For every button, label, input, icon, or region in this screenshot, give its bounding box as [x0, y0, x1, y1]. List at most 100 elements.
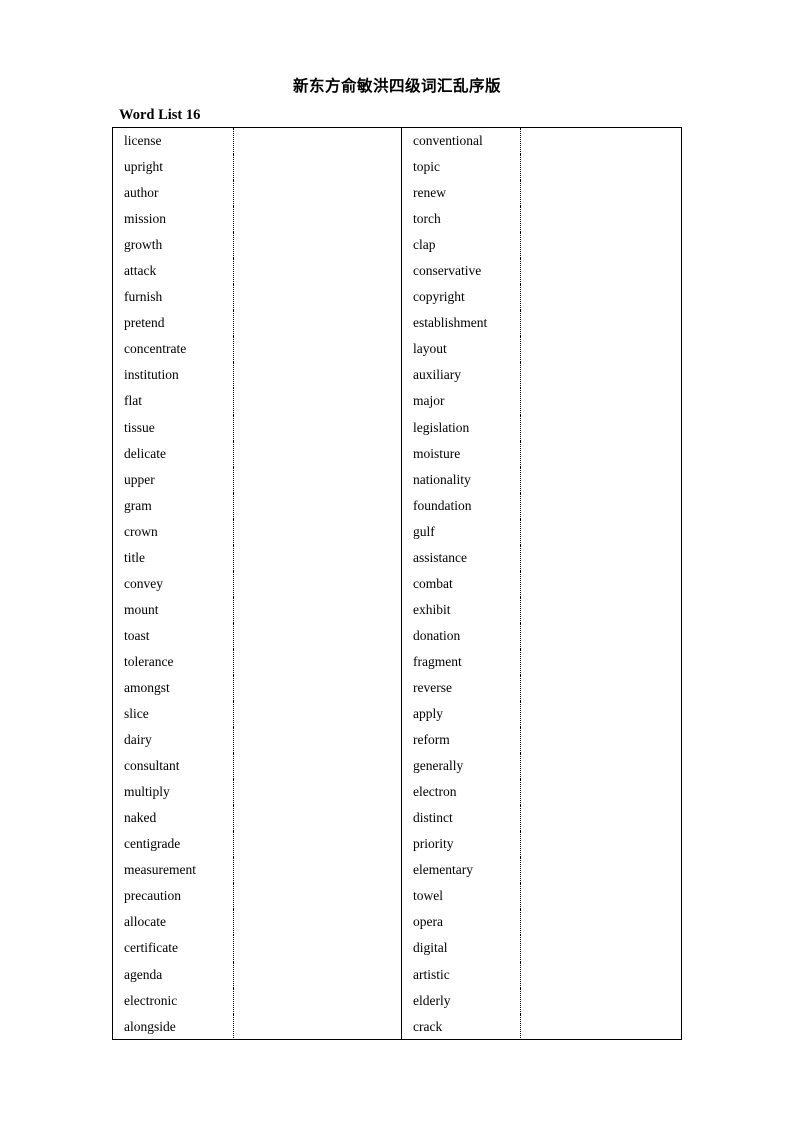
blank-cell-left[interactable]: [233, 206, 402, 233]
blank-cell-right[interactable]: [520, 362, 684, 389]
blank-cell-left[interactable]: [233, 492, 402, 519]
blank-cell-left[interactable]: [233, 805, 402, 832]
word-cell-left: mount: [113, 597, 234, 623]
blank-cell-left[interactable]: [233, 440, 402, 467]
table-row: slice apply: [113, 701, 684, 728]
blank-cell-right[interactable]: [520, 805, 684, 832]
blank-cell-right[interactable]: [520, 128, 684, 155]
word-cell-left-text: amongst: [124, 679, 170, 695]
blank-cell-left[interactable]: [233, 284, 402, 311]
blank-cell-left[interactable]: [233, 987, 402, 1014]
word-cell-left: pretend: [113, 310, 234, 336]
word-cell-right-text: torch: [413, 211, 441, 227]
blank-cell-left[interactable]: [233, 570, 402, 597]
blank-cell-right[interactable]: [520, 674, 684, 702]
blank-cell-right[interactable]: [520, 701, 684, 728]
word-cell-left-text: gram: [124, 497, 152, 513]
blank-cell-right[interactable]: [520, 935, 684, 962]
blank-cell-right[interactable]: [520, 180, 684, 207]
word-cell-left: attack: [113, 258, 234, 284]
blank-cell-right[interactable]: [520, 284, 684, 311]
word-grid: license conventional upright topic author ren…: [113, 128, 684, 1040]
blank-cell-left[interactable]: [233, 232, 402, 259]
blank-cell-left[interactable]: [233, 961, 402, 988]
blank-cell-right[interactable]: [520, 648, 684, 675]
blank-cell-left[interactable]: [233, 180, 402, 207]
document-page: 新东方俞敏洪四级词汇乱序版 Word List 16 license conven…: [0, 0, 793, 1122]
blank-cell-right[interactable]: [520, 1013, 684, 1040]
blank-cell-left[interactable]: [233, 831, 402, 858]
word-list-table: license conventional upright topic author ren…: [112, 127, 684, 1040]
word-cell-right-text: generally: [413, 758, 464, 774]
blank-cell-right[interactable]: [520, 987, 684, 1014]
word-cell-right-text: elderly: [413, 992, 451, 1008]
blank-cell-right[interactable]: [520, 779, 684, 806]
word-cell-right: torch: [401, 206, 521, 233]
word-cell-left: upright: [113, 154, 234, 180]
blank-cell-right[interactable]: [520, 909, 684, 936]
blank-cell-left[interactable]: [233, 362, 402, 389]
blank-cell-right[interactable]: [520, 258, 684, 285]
blank-cell-right[interactable]: [520, 961, 684, 988]
blank-cell-right[interactable]: [520, 622, 684, 649]
word-cell-right-text: elementary: [413, 862, 473, 878]
word-cell-left: centigrade: [113, 831, 234, 857]
blank-cell-right[interactable]: [520, 883, 684, 910]
blank-cell-left[interactable]: [233, 414, 402, 441]
blank-cell-right[interactable]: [520, 388, 684, 415]
blank-cell-right[interactable]: [520, 544, 684, 571]
blank-cell-left[interactable]: [233, 701, 402, 728]
blank-cell-left[interactable]: [233, 518, 402, 545]
blank-cell-right[interactable]: [520, 831, 684, 858]
blank-cell-right[interactable]: [520, 753, 684, 780]
blank-cell-left[interactable]: [233, 779, 402, 806]
word-cell-left: precaution: [113, 883, 234, 909]
blank-cell-left[interactable]: [233, 935, 402, 962]
word-cell-right-text: conventional: [413, 133, 483, 148]
word-cell-left-text: centigrade: [124, 836, 181, 852]
blank-cell-left[interactable]: [233, 883, 402, 910]
blank-cell-right[interactable]: [520, 492, 684, 519]
word-cell-left-text: allocate: [124, 914, 166, 930]
table-row: toast donation: [113, 622, 684, 649]
blank-cell-right[interactable]: [520, 440, 684, 467]
blank-cell-right[interactable]: [520, 232, 684, 259]
blank-cell-right[interactable]: [520, 857, 684, 884]
blank-cell-left[interactable]: [233, 857, 402, 884]
blank-cell-right[interactable]: [520, 336, 684, 363]
blank-cell-right[interactable]: [520, 310, 684, 337]
word-cell-right: towel: [401, 883, 521, 910]
word-cell-left-text: attack: [124, 263, 157, 279]
word-cell-right-text: crack: [413, 1018, 443, 1034]
blank-cell-left[interactable]: [233, 544, 402, 571]
blank-cell-right[interactable]: [520, 154, 684, 181]
word-cell-right-text: topic: [413, 159, 440, 175]
blank-cell-left[interactable]: [233, 727, 402, 754]
blank-cell-left[interactable]: [233, 648, 402, 675]
blank-cell-left[interactable]: [233, 466, 402, 493]
blank-cell-left[interactable]: [233, 622, 402, 649]
blank-cell-left[interactable]: [233, 310, 402, 337]
blank-cell-right[interactable]: [520, 466, 684, 493]
word-cell-right: gulf: [401, 518, 521, 545]
blank-cell-left[interactable]: [233, 388, 402, 415]
blank-cell-left[interactable]: [233, 128, 402, 155]
table-row: upright topic: [113, 154, 684, 181]
blank-cell-right[interactable]: [520, 570, 684, 597]
blank-cell-left[interactable]: [233, 1013, 402, 1040]
blank-cell-left[interactable]: [233, 258, 402, 285]
blank-cell-right[interactable]: [520, 727, 684, 754]
blank-cell-left[interactable]: [233, 674, 402, 702]
word-cell-right: nationality: [401, 466, 521, 493]
blank-cell-right[interactable]: [520, 518, 684, 545]
blank-cell-right[interactable]: [520, 596, 684, 623]
blank-cell-right[interactable]: [520, 414, 684, 441]
word-cell-left-text: tolerance: [124, 653, 174, 669]
blank-cell-left[interactable]: [233, 596, 402, 623]
blank-cell-left[interactable]: [233, 753, 402, 780]
blank-cell-left[interactable]: [233, 336, 402, 363]
blank-cell-right[interactable]: [520, 206, 684, 233]
blank-cell-left[interactable]: [233, 909, 402, 936]
blank-cell-left[interactable]: [233, 154, 402, 181]
table-row: agenda artistic: [113, 961, 684, 988]
